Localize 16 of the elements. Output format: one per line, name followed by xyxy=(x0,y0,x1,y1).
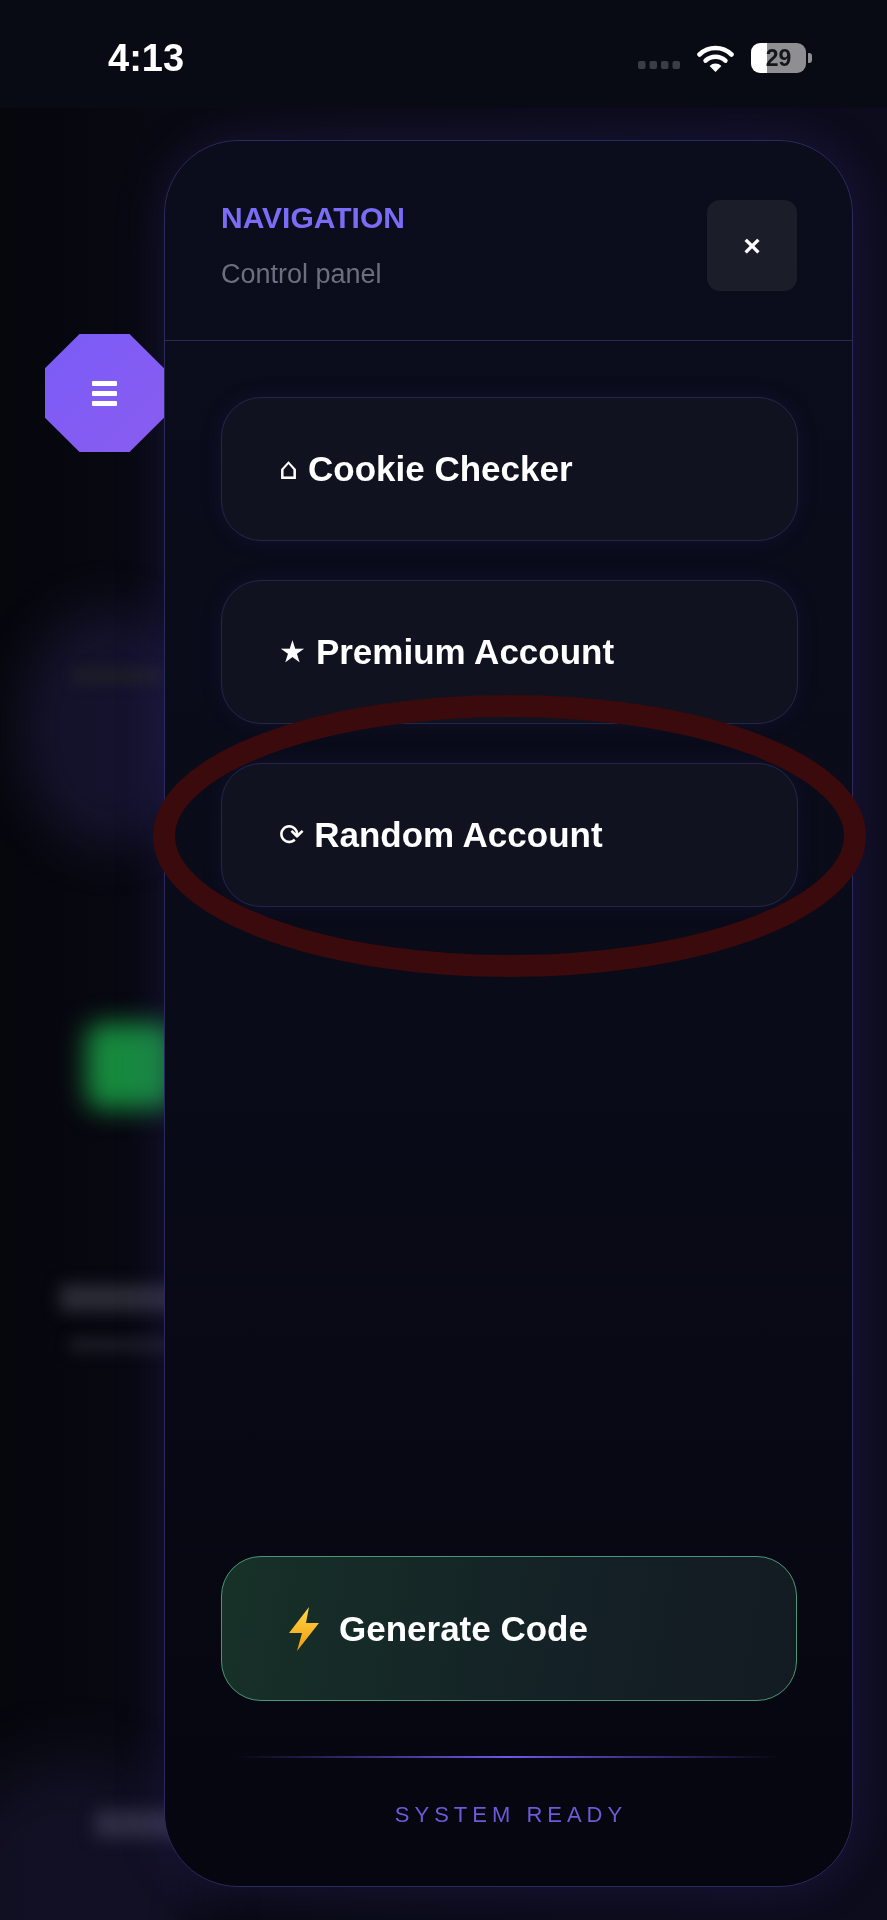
refresh-icon: ⟳ xyxy=(279,817,305,853)
house-icon: ⌂ xyxy=(279,451,299,487)
wifi-icon xyxy=(697,44,734,72)
signal-icon xyxy=(638,61,680,69)
nav-item[interactable]: ★ Premium Account xyxy=(221,580,798,724)
menu-icon xyxy=(92,380,117,406)
nav-item[interactable]: ⟳ Random Account xyxy=(221,763,798,907)
status-time: 4:13 xyxy=(108,36,185,80)
generate-code-button[interactable]: Generate Code xyxy=(221,1556,797,1701)
close-button[interactable]: × xyxy=(707,200,797,291)
system-status: SYSTEM READY xyxy=(393,1802,629,1829)
panel-title: NAVIGATION xyxy=(221,200,405,236)
star-icon: ★ xyxy=(279,634,306,670)
panel-subtitle: Control panel xyxy=(221,258,383,290)
nav-item[interactable]: ⌂ Cookie Checker xyxy=(221,397,798,541)
lightning-icon xyxy=(287,1606,321,1651)
